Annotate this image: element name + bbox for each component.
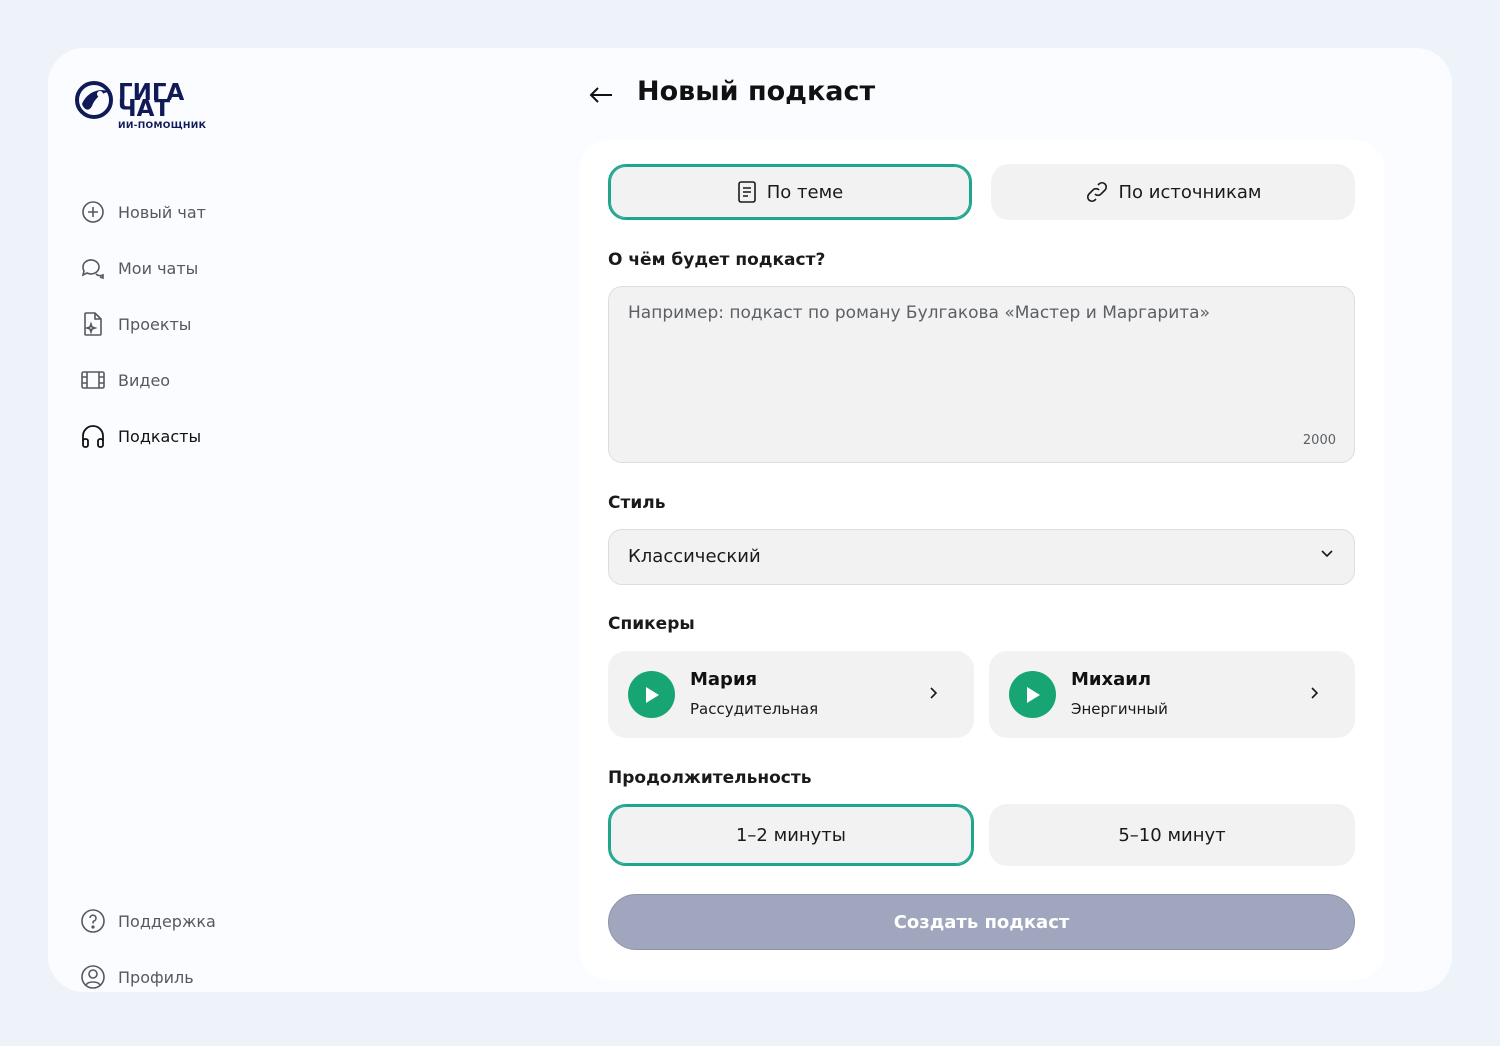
back-button[interactable] <box>588 78 618 112</box>
page-title: Новый подкаст <box>637 76 876 107</box>
arrow-left-icon <box>589 87 612 103</box>
document-sparkle-icon <box>80 311 106 337</box>
headphones-icon <box>80 423 106 449</box>
link-icon <box>1085 180 1109 204</box>
logo-text-chat: ЧАТ <box>118 96 171 122</box>
sidebar-item-projects[interactable]: Проекты <box>80 296 320 352</box>
play-icon <box>645 686 659 703</box>
sidebar-item-label: Видео <box>118 370 171 390</box>
speaker-description: Рассудительная <box>690 700 819 718</box>
chevron-right-icon <box>1311 687 1319 699</box>
speaker-card-maria[interactable]: Мария Рассудительная <box>608 651 974 738</box>
speakers-label: Спикеры <box>608 614 695 634</box>
film-icon <box>80 367 106 393</box>
speaker-name: Михаил <box>1071 669 1152 690</box>
sidebar-item-label: Новый чат <box>118 202 206 222</box>
sidebar-item-profile[interactable]: Профиль <box>80 949 320 992</box>
plus-circle-icon <box>80 199 106 225</box>
sidebar-item-podcasts[interactable]: Подкасты <box>80 408 320 464</box>
sidebar-item-label: Поддержка <box>118 911 216 931</box>
speaker-card-mikhail[interactable]: Михаил Энергичный <box>989 651 1355 738</box>
sidebar-bottom: Поддержка Профиль <box>80 893 320 992</box>
document-icon <box>737 180 757 204</box>
logo-subtitle: ИИ-ПОМОЩНИК <box>118 121 207 131</box>
char-limit: 2000 <box>1302 433 1336 448</box>
create-podcast-button[interactable]: Создать подкаст <box>608 894 1355 950</box>
play-button[interactable] <box>628 671 675 718</box>
speaker-name: Мария <box>690 669 758 690</box>
play-icon <box>1026 686 1040 703</box>
sidebar-item-label: Мои чаты <box>118 258 199 278</box>
duration-option-long[interactable]: 5–10 минут <box>989 804 1355 866</box>
sidebar-nav: Новый чат Мои чаты Проекты Видео Подкаст… <box>80 184 320 464</box>
topic-placeholder: Например: подкаст по роману Булгакова «М… <box>628 303 1210 323</box>
style-value: Классический <box>628 546 761 567</box>
sidebar-item-label: Проекты <box>118 314 192 334</box>
topic-label: О чём будет подкаст? <box>608 250 826 270</box>
duration-option-short[interactable]: 1–2 минуты <box>608 804 974 866</box>
app-window: ГИГА ЧАТ ИИ-ПОМОЩНИК Новый чат Мои чаты … <box>48 48 1452 992</box>
speaker-description: Энергичный <box>1071 700 1168 718</box>
sidebar-item-support[interactable]: Поддержка <box>80 893 320 949</box>
mode-by-topic-button[interactable]: По теме <box>608 164 972 220</box>
user-circle-icon <box>80 964 106 990</box>
mode-by-sources-label: По источникам <box>1118 181 1262 203</box>
gigachat-logo[interactable]: ГИГА ЧАТ ИИ-ПОМОЩНИК <box>74 80 214 136</box>
chevron-right-icon <box>930 687 938 699</box>
topic-input[interactable]: Например: подкаст по роману Булгакова «М… <box>608 286 1355 463</box>
chevron-down-icon <box>1321 550 1333 558</box>
help-circle-icon <box>80 908 106 934</box>
logo-icon <box>75 81 113 119</box>
mode-by-sources-button[interactable]: По источникам <box>991 164 1355 220</box>
play-button[interactable] <box>1009 671 1056 718</box>
sidebar-item-label: Подкасты <box>118 426 202 446</box>
sidebar-item-new-chat[interactable]: Новый чат <box>80 184 320 240</box>
mode-by-topic-label: По теме <box>766 181 844 203</box>
style-select[interactable]: Классический <box>608 529 1355 585</box>
style-label: Стиль <box>608 493 666 513</box>
sidebar-item-video[interactable]: Видео <box>80 352 320 408</box>
duration-label: Продолжительность <box>608 768 812 788</box>
chat-bubbles-icon <box>80 255 106 281</box>
podcast-form: По теме По источникам О чём будет подкас… <box>580 140 1384 980</box>
sidebar-item-my-chats[interactable]: Мои чаты <box>80 240 320 296</box>
sidebar-item-label: Профиль <box>118 967 194 987</box>
